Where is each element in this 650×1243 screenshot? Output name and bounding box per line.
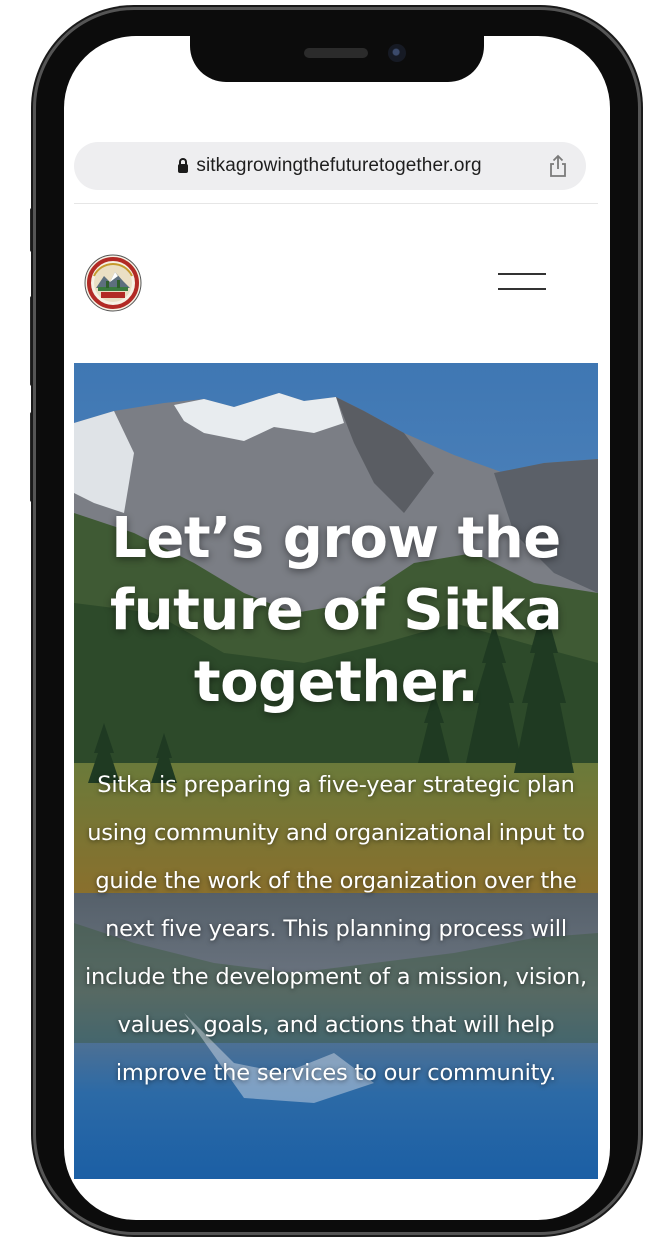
divider: [74, 203, 598, 204]
menu-line-top: [498, 273, 546, 275]
hero-section: Let’s grow the future of Sitka together.…: [74, 363, 598, 1179]
hero-title-line-1: Let’s grow the: [111, 506, 561, 571]
earpiece-speaker: [304, 48, 368, 58]
lock-icon: [178, 157, 189, 173]
hero-title: Let’s grow the future of Sitka together.: [74, 503, 598, 719]
address-bar[interactable]: sitkagrowingthefuturetogether.org: [74, 142, 586, 190]
hero-title-line-3: together.: [193, 650, 479, 715]
site-logo[interactable]: [84, 254, 142, 312]
hero-description: Sitka is preparing a five-year strategic…: [84, 772, 588, 1086]
front-camera: [388, 44, 406, 62]
notch: [190, 10, 484, 82]
menu-button[interactable]: [498, 270, 548, 294]
menu-line-bottom: [498, 288, 546, 290]
share-icon[interactable]: [548, 154, 568, 178]
url-text: sitkagrowingthefuturetogether.org: [196, 155, 482, 176]
hero-title-line-2: future of Sitka: [109, 578, 563, 643]
